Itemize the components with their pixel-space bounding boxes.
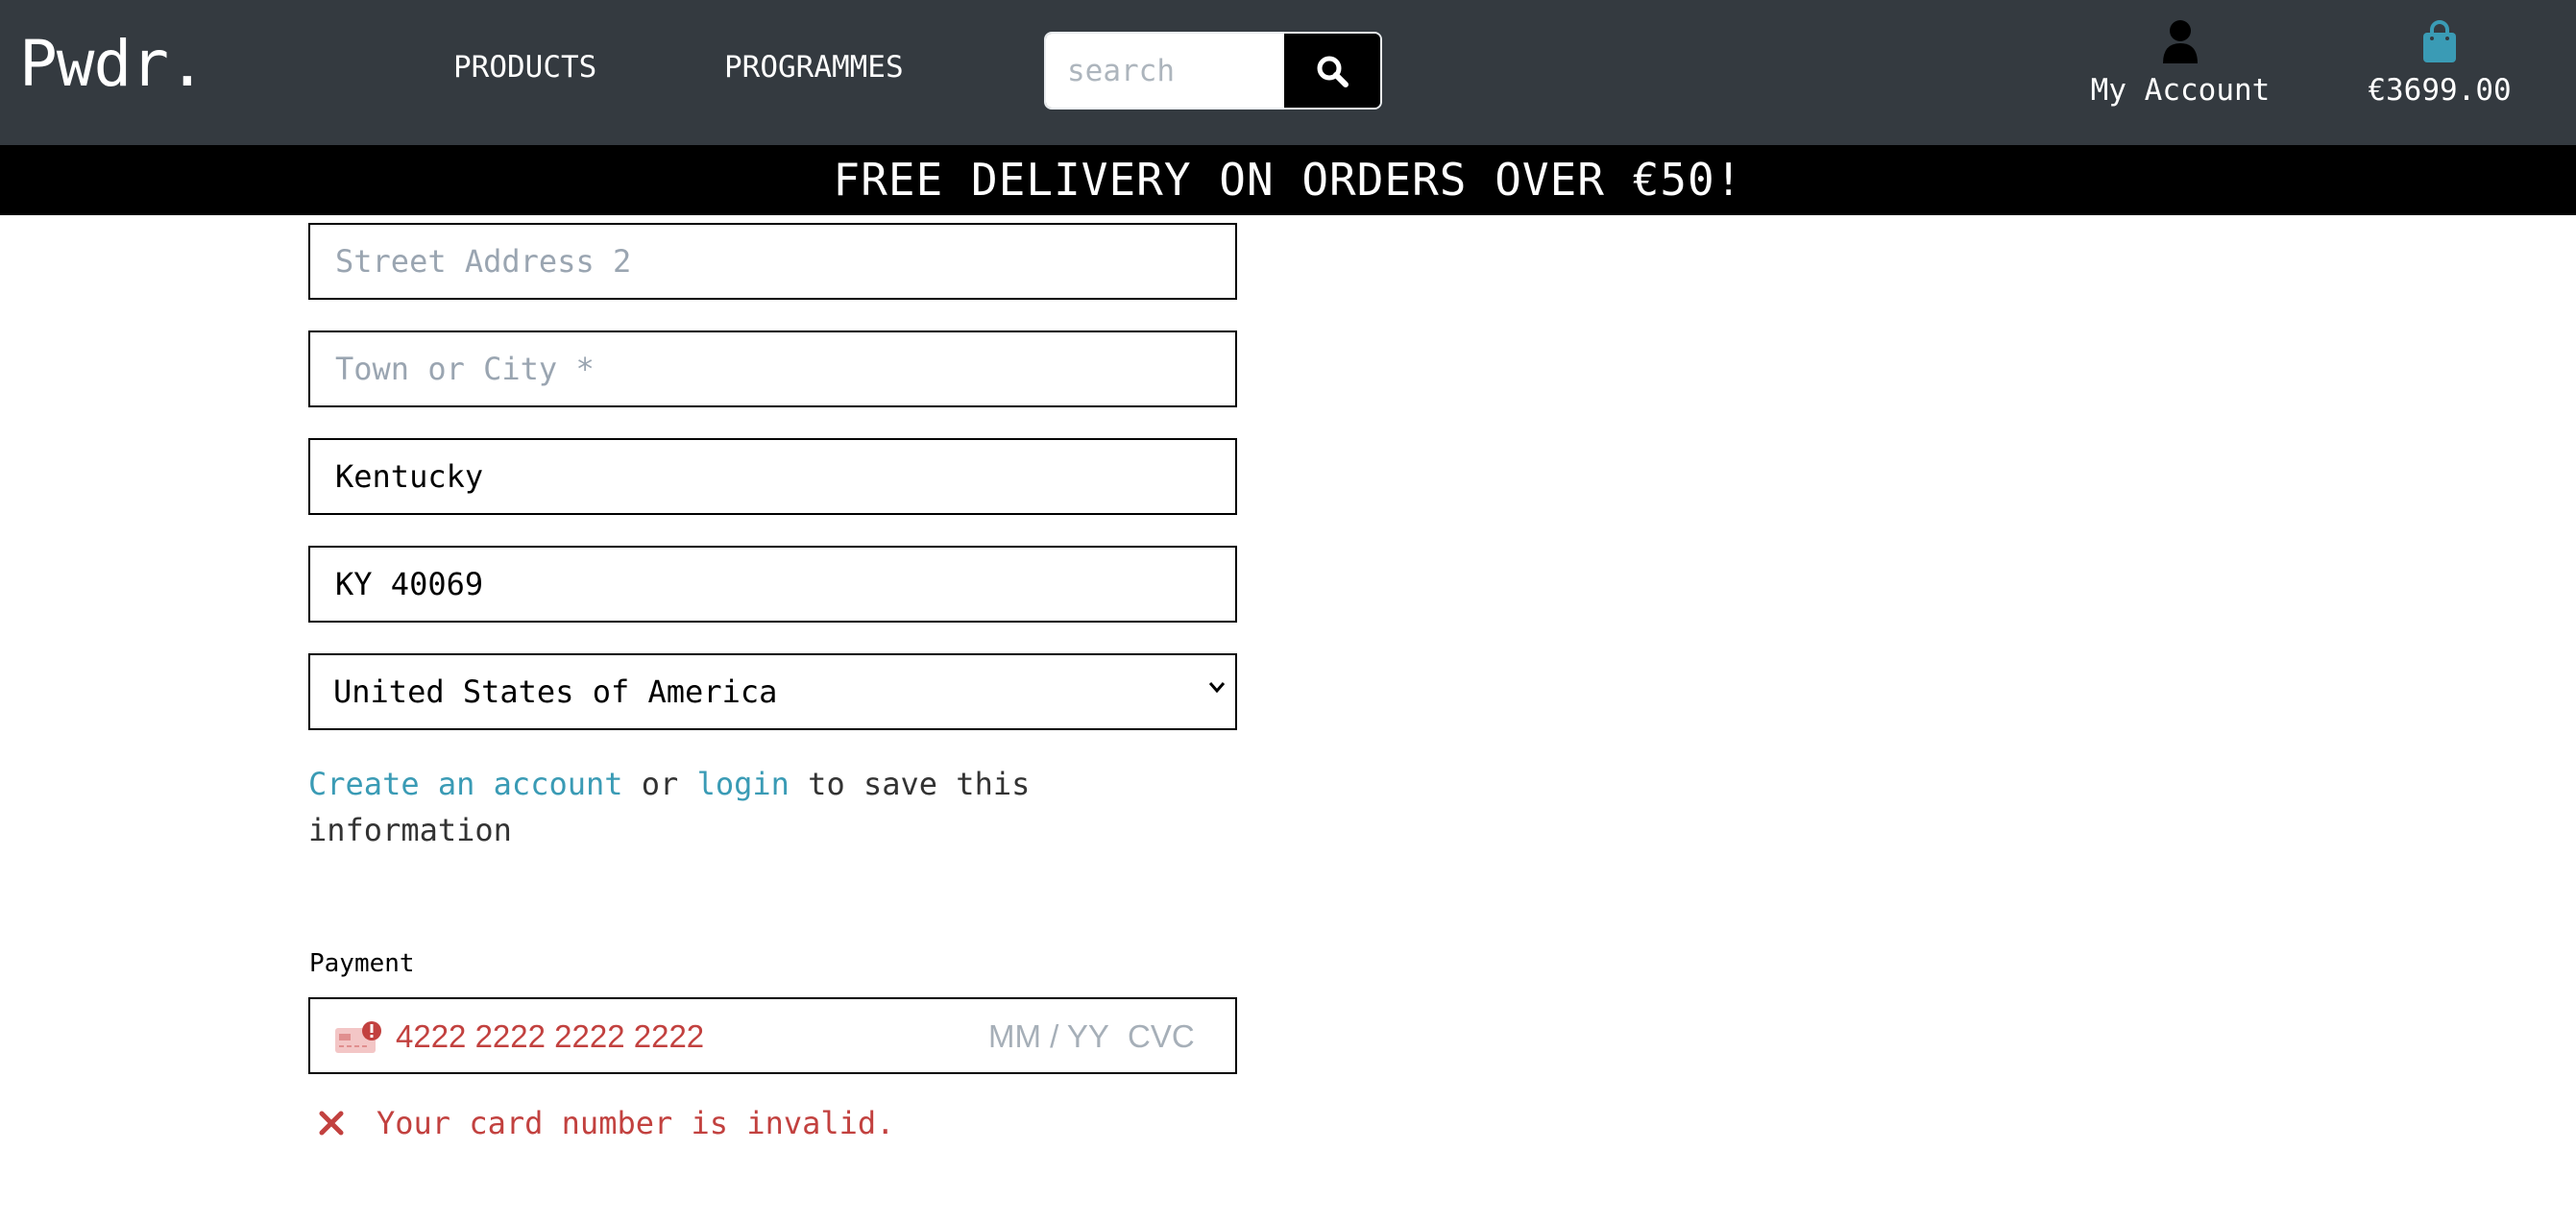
payment-label: Payment (309, 949, 415, 978)
search-button[interactable] (1284, 34, 1380, 108)
shopping-bag-link[interactable]: €3699.00 (2358, 19, 2521, 108)
card-error-icon (335, 1021, 381, 1053)
card-cvc-placeholder: CVC (1128, 1018, 1195, 1054)
search-input[interactable] (1046, 34, 1284, 108)
bag-total: €3699.00 (2368, 73, 2512, 108)
user-icon (2163, 20, 2198, 63)
postcode-input[interactable] (308, 546, 1237, 623)
create-account-link[interactable]: Create an account (308, 766, 623, 802)
login-link[interactable]: login (697, 766, 790, 802)
card-error-message: Your card number is invalid. (319, 1105, 894, 1141)
brand-logo[interactable]: Pwdr. (19, 27, 207, 101)
card-expiry-placeholder: MM / YY (988, 1018, 1109, 1054)
delivery-banner: FREE DELIVERY ON ORDERS OVER €50! (0, 145, 2576, 215)
shopping-bag-icon (2423, 20, 2456, 62)
save-info-text: Create an account or login to save this … (308, 761, 1077, 853)
top-navbar: Pwdr. PRODUCTS PROGRAMMES My Account €36… (0, 0, 2576, 145)
country-select[interactable]: United States of America (308, 653, 1237, 730)
town-or-city-input[interactable] (308, 330, 1237, 407)
chevron-down-icon (1208, 682, 1226, 694)
card-number-value: 4222 2222 2222 2222 (396, 1018, 705, 1054)
nav-programmes[interactable]: PROGRAMMES (724, 50, 904, 85)
my-account-link[interactable]: My Account (2084, 19, 2276, 108)
card-error-text: Your card number is invalid. (377, 1105, 895, 1141)
search-icon (1317, 56, 1349, 87)
street-address-2-input[interactable] (308, 223, 1237, 300)
save-info-or: or (622, 766, 697, 802)
card-input[interactable]: 4222 2222 2222 2222 MM / YY CVC (308, 997, 1237, 1074)
county-input[interactable] (308, 438, 1237, 515)
nav-products[interactable]: PRODUCTS (453, 50, 596, 85)
close-icon (319, 1111, 344, 1136)
search-form (1044, 32, 1382, 110)
my-account-label: My Account (2090, 73, 2271, 108)
